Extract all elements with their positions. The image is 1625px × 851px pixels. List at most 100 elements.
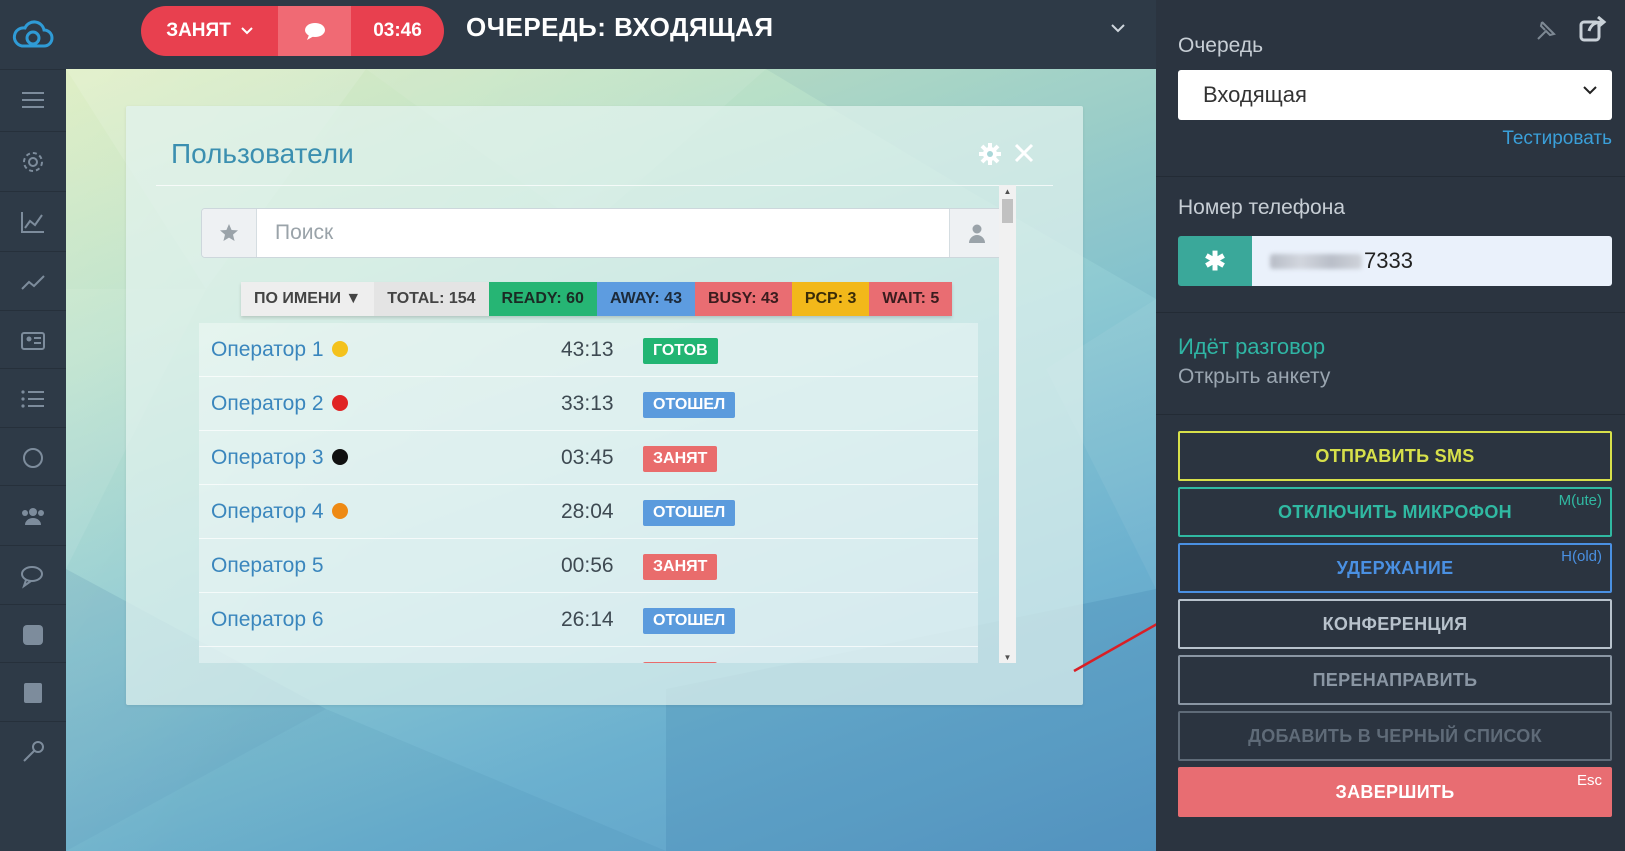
filter-chip[interactable]: TOTAL: 154: [374, 282, 489, 316]
open-card-link[interactable]: Открыть анкету: [1178, 365, 1330, 389]
user-row[interactable]: Оператор 7 01:30 ЗАНЯТ(Входящая): [199, 647, 978, 663]
user-name: Оператор 6: [211, 608, 324, 631]
area-chart-icon[interactable]: [0, 191, 66, 251]
user-icon: [969, 224, 985, 243]
users-panel: Пользователи ПО ИМЕНИ ▼TOTAL: 154READY: …: [126, 106, 1083, 705]
user-name: Оператор 1: [211, 338, 324, 361]
wrench-icon[interactable]: [0, 721, 66, 781]
scroll-up-icon[interactable]: ▲: [999, 185, 1016, 197]
user-row[interactable]: Оператор 3 03:45 ЗАНЯТ: [199, 431, 978, 485]
chevron-down-icon[interactable]: [1111, 24, 1125, 33]
search-input[interactable]: [257, 209, 949, 257]
presence-dot: [331, 341, 348, 357]
scroll-down-icon[interactable]: ▼: [999, 651, 1016, 663]
status-duration: 43:13: [561, 338, 614, 361]
status-badge: ОТОШЕЛ: [643, 608, 736, 634]
share-icon[interactable]: [1579, 16, 1607, 42]
user-name: Оператор 4: [211, 500, 324, 523]
queue-value: Входящая: [1203, 82, 1307, 107]
chevron-down-icon: [1583, 86, 1597, 95]
user-name-link[interactable]: Оператор 7: [211, 662, 348, 663]
user-name-link[interactable]: Оператор 6: [211, 608, 324, 632]
chat-icon[interactable]: [0, 545, 66, 605]
redacted-digits: [1270, 253, 1362, 269]
pin-icon[interactable]: [1534, 20, 1556, 42]
line-chart-icon[interactable]: [0, 251, 66, 311]
favorites-button[interactable]: [202, 209, 257, 257]
call-control-panel: Очередь Входящая Тестировать Номер телеф…: [1156, 0, 1625, 851]
settings-icon[interactable]: [0, 131, 66, 191]
divider: [156, 185, 1053, 186]
user-row[interactable]: Оператор 2 33:13 ОТОШЕЛ: [199, 377, 978, 431]
user-name-link[interactable]: Оператор 2: [211, 392, 348, 416]
hotkey-hint: H(old): [1561, 548, 1602, 565]
filter-chip[interactable]: WAIT: 5: [869, 282, 953, 316]
queue-label: Очередь: [1178, 34, 1264, 57]
status-badge: ЗАНЯТ: [643, 662, 718, 663]
call-state: Идёт разговор: [1178, 334, 1326, 359]
status-badge: ГОТОВ: [643, 338, 718, 364]
phone-icon[interactable]: [0, 604, 66, 664]
send-sms-button[interactable]: ОТПРАВИТЬ SMS: [1178, 431, 1612, 481]
filter-chip[interactable]: PCP: 3: [791, 282, 870, 316]
phone-field[interactable]: 7333: [1252, 236, 1612, 286]
status-duration: 26:14: [561, 608, 614, 631]
mute-button[interactable]: ОТКЛЮЧИТЬ МИКРОФОН M(ute): [1178, 487, 1612, 537]
transfer-button[interactable]: ПЕРЕНАПРАВИТЬ: [1178, 655, 1612, 705]
presence-dot: [331, 503, 348, 519]
user-filter-button[interactable]: [949, 209, 1004, 257]
address-book-icon[interactable]: [0, 662, 66, 722]
filter-chip[interactable]: BUSY: 43: [694, 282, 792, 316]
status-label: ЗАНЯТ: [166, 20, 231, 41]
status-dropdown[interactable]: ЗАНЯТ: [141, 6, 278, 56]
user-name-link[interactable]: Оператор 1: [211, 338, 348, 362]
cloud-logo-icon[interactable]: [0, 0, 66, 69]
action-label: КОНФЕРЕНЦИЯ: [1322, 613, 1468, 634]
presence-dot: [331, 395, 348, 411]
user-name: Оператор 2: [211, 392, 324, 415]
user-row[interactable]: Оператор 5 00:56 ЗАНЯТ: [199, 539, 978, 593]
user-name-link[interactable]: Оператор 5: [211, 554, 324, 578]
phone-label: Номер телефона: [1178, 196, 1346, 219]
user-row[interactable]: Оператор 4 28:04 ОТОШЕЛ: [199, 485, 978, 539]
status-duration: 28:04: [561, 500, 614, 523]
users-icon[interactable]: [0, 485, 66, 545]
filter-chip[interactable]: AWAY: 43: [596, 282, 695, 316]
status-badge: ЗАНЯТ: [643, 446, 718, 472]
scrollbar[interactable]: ▲ ▼: [999, 185, 1016, 663]
queue-note: (Входящая): [719, 662, 832, 663]
blacklist-button[interactable]: ДОБАВИТЬ В ЧЕРНЫЙ СПИСОК: [1178, 711, 1612, 761]
sort-by-name-chip[interactable]: ПО ИМЕНИ ▼: [241, 282, 375, 316]
user-name-link[interactable]: Оператор 4: [211, 500, 348, 524]
queue-title: ОЧЕРЕДЬ: ВХОДЯЩАЯ: [466, 12, 774, 42]
agent-status-pill: ЗАНЯТ 03:46: [141, 6, 444, 56]
user-row[interactable]: Оператор 6 26:14 ОТОШЕЛ: [199, 593, 978, 647]
user-name: Оператор 3: [211, 446, 324, 469]
status-duration: 01:30: [561, 662, 614, 663]
test-link[interactable]: Тестировать: [1502, 128, 1612, 150]
call-timer: 03:46: [351, 6, 444, 56]
queue-select[interactable]: Входящая: [1178, 70, 1612, 120]
hold-button[interactable]: УДЕРЖАНИЕ H(old): [1178, 543, 1612, 593]
status-badge: ОТОШЕЛ: [643, 392, 736, 418]
close-icon[interactable]: [1013, 142, 1035, 164]
gear-icon[interactable]: [978, 142, 1002, 166]
action-label: ПЕРЕНАПРАВИТЬ: [1312, 669, 1478, 690]
conference-button[interactable]: КОНФЕРЕНЦИЯ: [1178, 599, 1612, 649]
status-badge: ОТОШЕЛ: [643, 500, 736, 526]
contact-card-icon[interactable]: [0, 310, 66, 370]
asterisk-button[interactable]: ✱: [1178, 236, 1252, 286]
circle-icon[interactable]: [0, 427, 66, 487]
scrollbar-thumb[interactable]: [1002, 199, 1013, 223]
filter-chip[interactable]: READY: 60: [488, 282, 597, 316]
hangup-button[interactable]: ЗАВЕРШИТЬ Esc: [1178, 767, 1612, 817]
list-icon[interactable]: [0, 368, 66, 428]
chat-button[interactable]: [278, 6, 351, 56]
menu-icon[interactable]: [0, 69, 66, 129]
presence-dot: [331, 449, 348, 465]
nav-rail: [0, 0, 66, 851]
user-row[interactable]: Оператор 1 43:13 ГОТОВ: [199, 323, 978, 377]
user-name-link[interactable]: Оператор 3: [211, 446, 348, 470]
divider: [1156, 312, 1625, 313]
chat-bubble-icon: [304, 23, 325, 40]
